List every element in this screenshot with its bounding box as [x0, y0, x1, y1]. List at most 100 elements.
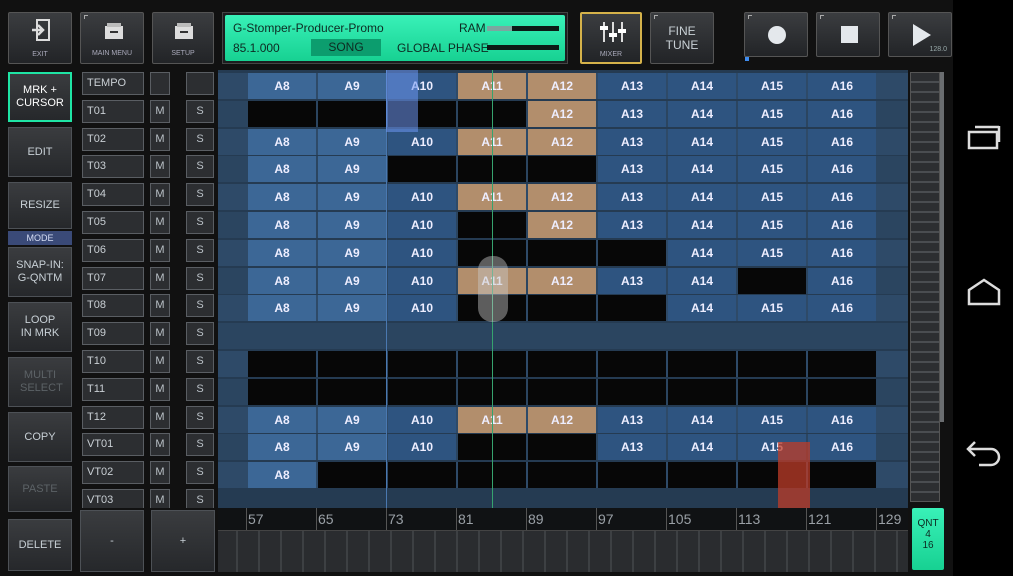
- pattern-clip[interactable]: A14: [668, 434, 736, 461]
- solo-button[interactable]: S: [186, 266, 214, 290]
- pattern-clip[interactable]: A16: [808, 239, 876, 266]
- pattern-clip[interactable]: A9: [318, 406, 386, 433]
- resize-button[interactable]: RESIZE: [8, 182, 72, 229]
- pattern-clip[interactable]: A12: [528, 212, 596, 238]
- mute-button[interactable]: M: [150, 238, 170, 262]
- pattern-clip[interactable]: A16: [808, 267, 876, 294]
- track-name[interactable]: VT01: [82, 433, 144, 457]
- pattern-clip[interactable]: A15: [738, 212, 806, 238]
- mute-button[interactable]: M: [150, 183, 170, 207]
- empty-slot[interactable]: [248, 351, 316, 377]
- edit-button[interactable]: EDIT: [8, 127, 72, 177]
- pattern-clip[interactable]: A8: [248, 128, 316, 155]
- pattern-clip[interactable]: A8: [248, 212, 316, 238]
- zoom-in-button[interactable]: +: [151, 510, 215, 572]
- pattern-clip[interactable]: A16: [808, 184, 876, 211]
- empty-slot[interactable]: [388, 462, 456, 489]
- mute-button[interactable]: M: [150, 294, 170, 318]
- vertical-scroll-strip[interactable]: [910, 72, 940, 502]
- solo-button[interactable]: S: [186, 155, 214, 179]
- pattern-clip[interactable]: A16: [808, 212, 876, 238]
- empty-slot[interactable]: [598, 239, 666, 266]
- pattern-clip[interactable]: A14: [668, 239, 736, 266]
- empty-slot[interactable]: [318, 351, 386, 377]
- pattern-clip[interactable]: A15: [738, 184, 806, 211]
- pattern-clip[interactable]: A14: [668, 128, 736, 155]
- pattern-clip[interactable]: A14: [668, 295, 736, 322]
- solo-button[interactable]: S: [186, 294, 214, 318]
- pattern-clip[interactable]: A8: [248, 267, 316, 294]
- solo-button[interactable]: S: [186, 489, 214, 508]
- track-name[interactable]: VT03: [82, 489, 144, 508]
- pattern-clip[interactable]: A12: [528, 100, 596, 127]
- solo-button[interactable]: S: [186, 405, 214, 429]
- vertical-scrollbar[interactable]: [940, 72, 944, 422]
- pattern-clip[interactable]: A9: [318, 295, 386, 322]
- pattern-clip[interactable]: A10: [388, 267, 456, 294]
- mrk-cursor-button[interactable]: MRK + CURSOR: [8, 72, 72, 122]
- pattern-clip[interactable]: A13: [598, 406, 666, 433]
- solo-button[interactable]: S: [186, 211, 214, 234]
- back-icon[interactable]: [965, 438, 1001, 468]
- main-menu-button[interactable]: MAIN MENU: [80, 12, 144, 64]
- pattern-clip[interactable]: A16: [808, 156, 876, 183]
- pattern-clip[interactable]: A13: [598, 267, 666, 294]
- pattern-clip[interactable]: A13: [598, 434, 666, 461]
- empty-slot[interactable]: [388, 351, 456, 377]
- pattern-clip[interactable]: A14: [668, 73, 736, 99]
- empty-slot[interactable]: [248, 100, 316, 127]
- stop-button[interactable]: [816, 12, 880, 57]
- mute-button[interactable]: M: [150, 155, 170, 179]
- quantize-button[interactable]: QNT 4 16: [912, 508, 944, 570]
- pattern-clip[interactable]: A16: [808, 406, 876, 433]
- empty-slot[interactable]: [808, 378, 876, 405]
- home-icon[interactable]: [967, 278, 1001, 306]
- pattern-clip[interactable]: A10: [388, 434, 456, 461]
- pattern-clip[interactable]: A16: [808, 434, 876, 461]
- pattern-clip[interactable]: A16: [808, 295, 876, 322]
- track-name[interactable]: T09: [82, 322, 144, 346]
- pattern-clip[interactable]: A9: [318, 184, 386, 211]
- pattern-clip[interactable]: A12: [528, 73, 596, 99]
- horizontal-scroll-strip[interactable]: [218, 530, 908, 572]
- empty-slot[interactable]: [318, 378, 386, 405]
- mute-button[interactable]: M: [150, 350, 170, 373]
- pattern-clip[interactable]: A15: [738, 295, 806, 322]
- mute-button[interactable]: M: [150, 489, 170, 508]
- empty-slot[interactable]: [388, 156, 456, 183]
- pattern-clip[interactable]: A9: [318, 128, 386, 155]
- empty-slot[interactable]: [318, 462, 386, 489]
- empty-slot[interactable]: [598, 351, 666, 377]
- zoom-out-button[interactable]: -: [80, 510, 144, 572]
- pattern-clip[interactable]: A13: [598, 156, 666, 183]
- empty-slot[interactable]: [668, 462, 736, 489]
- pattern-clip[interactable]: A15: [738, 239, 806, 266]
- solo-button[interactable]: S: [186, 127, 214, 151]
- record-button[interactable]: [744, 12, 808, 57]
- pattern-clip[interactable]: A9: [318, 267, 386, 294]
- track-name[interactable]: T02: [82, 127, 144, 151]
- recent-apps-icon[interactable]: [967, 124, 1001, 150]
- pattern-clip[interactable]: A8: [248, 462, 316, 489]
- empty-slot[interactable]: [528, 378, 596, 405]
- solo-button[interactable]: S: [186, 377, 214, 401]
- mute-button[interactable]: M: [150, 99, 170, 123]
- pattern-clip[interactable]: A12: [528, 184, 596, 211]
- pattern-clip[interactable]: A9: [318, 156, 386, 183]
- empty-slot[interactable]: [528, 462, 596, 489]
- empty-slot[interactable]: [738, 378, 806, 405]
- pattern-clip[interactable]: A14: [668, 406, 736, 433]
- pattern-clip[interactable]: A14: [668, 267, 736, 294]
- snap-button[interactable]: SNAP-IN: G-QNTM: [8, 247, 72, 297]
- mute-button[interactable]: M: [150, 461, 170, 485]
- delete-button[interactable]: DELETE: [8, 519, 72, 571]
- pattern-clip[interactable]: A10: [388, 184, 456, 211]
- empty-slot[interactable]: [668, 378, 736, 405]
- track-name[interactable]: VT02: [82, 461, 144, 485]
- solo-button[interactable]: S: [186, 461, 214, 485]
- loop-in-marker-button[interactable]: LOOP IN MRK: [8, 302, 72, 352]
- track-name[interactable]: T11: [82, 377, 144, 401]
- mute-button[interactable]: M: [150, 211, 170, 234]
- empty-slot[interactable]: [388, 378, 456, 405]
- mute-button[interactable]: M: [150, 127, 170, 151]
